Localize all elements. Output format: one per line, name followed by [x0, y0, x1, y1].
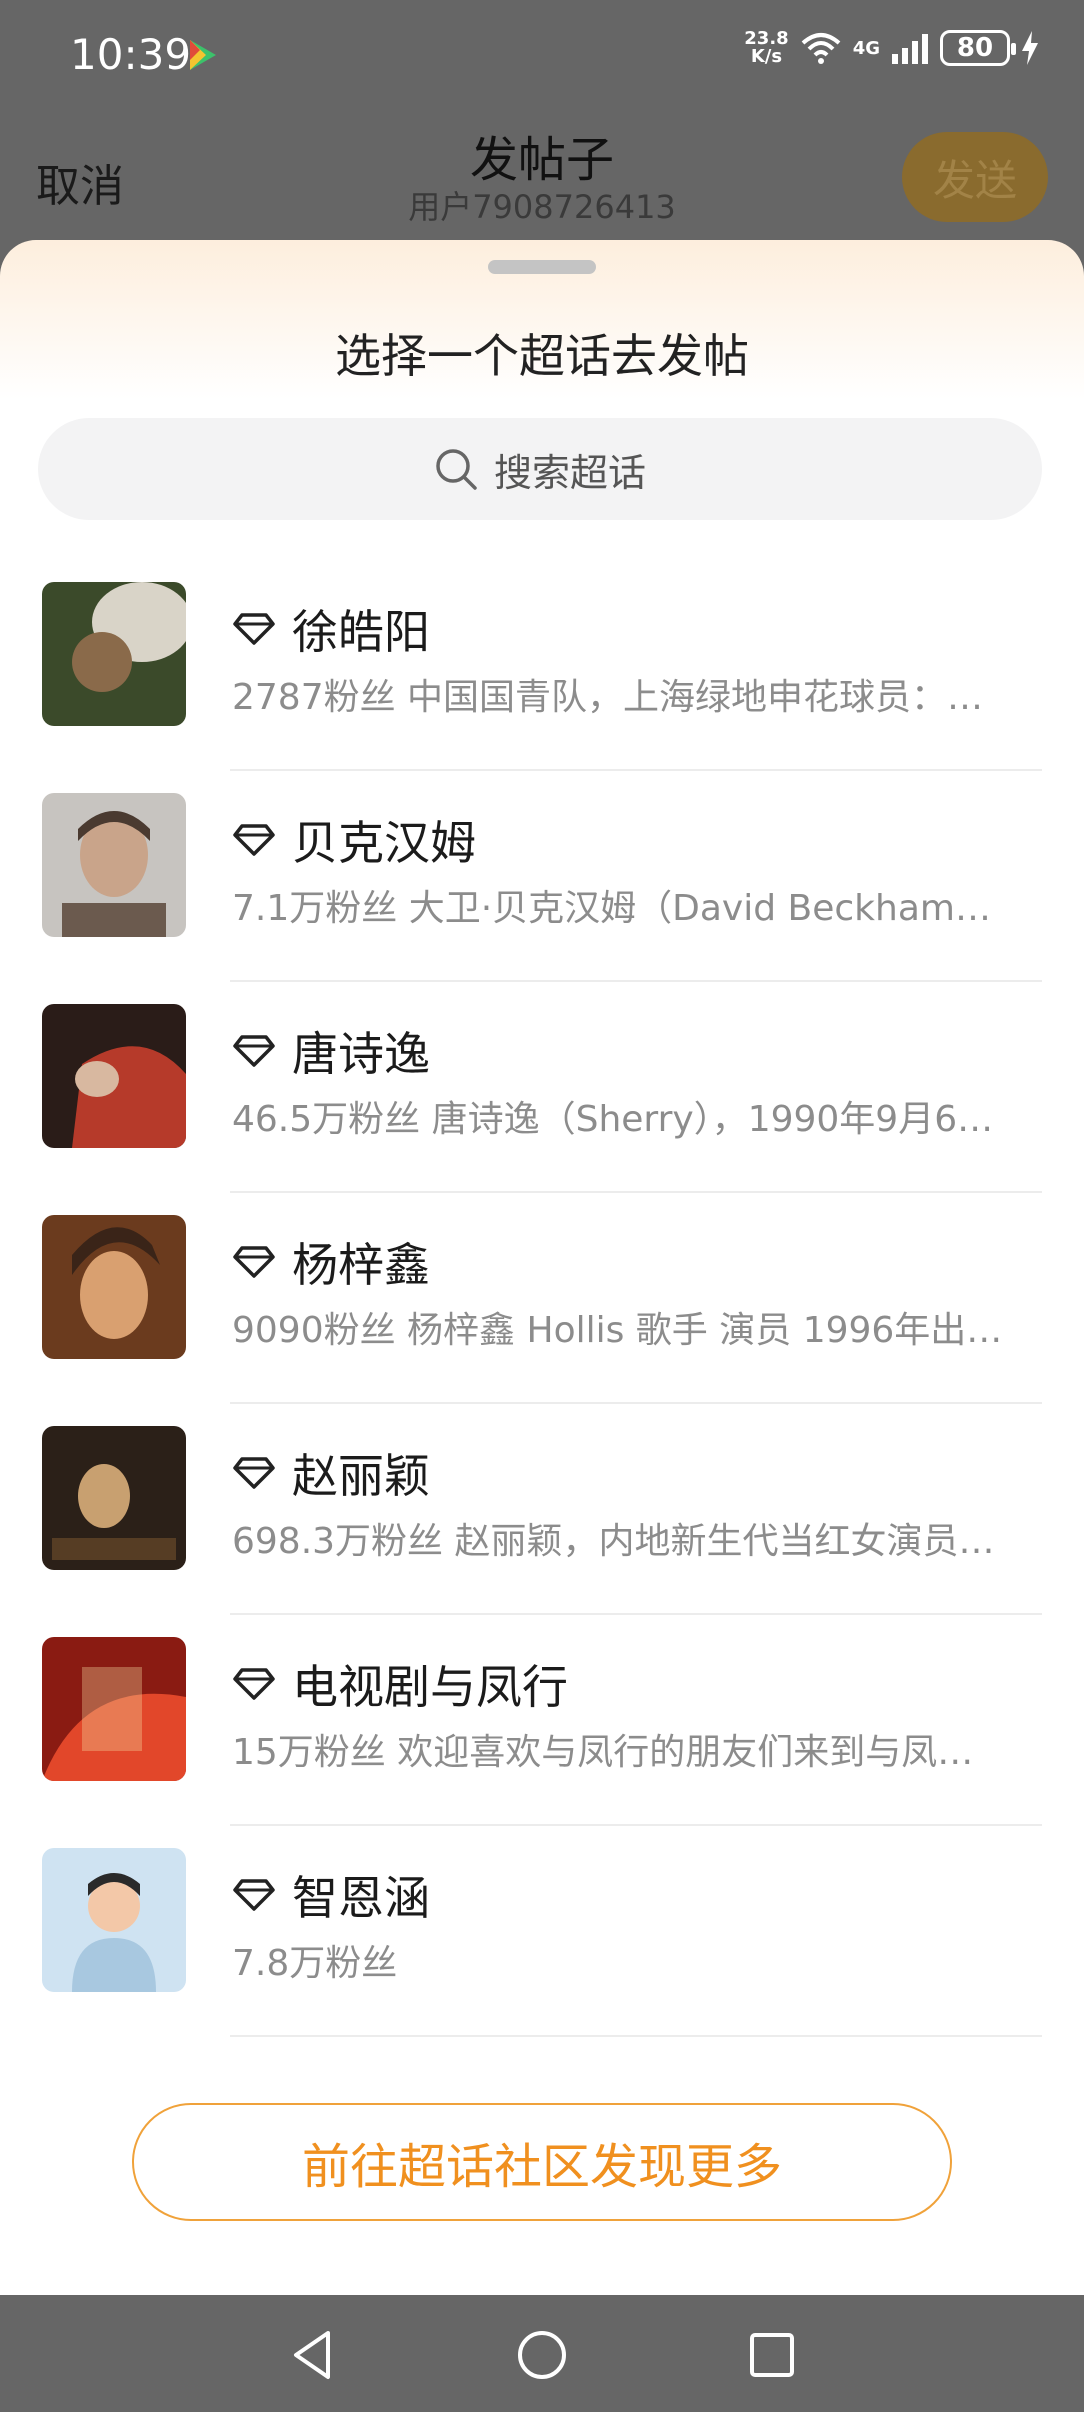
- item-description: 7.8万粉丝: [232, 1943, 398, 1984]
- diamond-icon: [233, 613, 275, 645]
- avatar: [42, 793, 186, 937]
- item-name-row: 赵丽颖: [232, 1440, 430, 1506]
- list-item[interactable]: 唐诗逸 46.5万粉丝 唐诗逸（Sherry），1990年9月6…: [0, 982, 1084, 1193]
- status-bar: 10:39 23.8 K/s 4G 80: [0, 0, 1084, 110]
- battery-indicator: 80: [940, 30, 1016, 66]
- signal-type: 4G: [852, 37, 880, 59]
- item-name-row: 唐诗逸: [232, 1018, 430, 1084]
- back-icon[interactable]: [282, 2325, 342, 2385]
- avatar: [42, 582, 186, 726]
- item-description: 15万粉丝 欢迎喜欢与凤行的朋友们来到与凤…: [232, 1732, 974, 1773]
- search-placeholder: 搜索超话: [493, 450, 646, 495]
- status-time: 10:39: [70, 30, 192, 79]
- topic-picker-sheet: 选择一个超话去发帖 搜索超话 徐皓阳 2787粉丝 中国国青队，上海绿地申花球员…: [0, 240, 1084, 2295]
- item-name: 徐皓阳: [292, 605, 430, 659]
- network-speed-unit: K/s: [750, 46, 783, 67]
- item-description: 698.3万粉丝 赵丽颖，内地新生代当红女演员…: [232, 1521, 995, 1562]
- avatar-shape: [78, 1464, 130, 1528]
- item-name: 杨梓鑫: [292, 1238, 430, 1292]
- post-header: 取消 发帖子 用户7908726413 发送: [0, 110, 1084, 240]
- diamond-icon: [233, 1879, 275, 1911]
- item-name-row: 电视剧与凤行: [232, 1651, 568, 1717]
- list-item[interactable]: 智恩涵 7.8万粉丝: [0, 1826, 1084, 2037]
- search-input[interactable]: 搜索超话: [38, 418, 1042, 520]
- home-icon[interactable]: [512, 2325, 572, 2385]
- cell-signal-icon: [892, 34, 928, 64]
- screen: 10:39 23.8 K/s 4G 80 取消 发帖子 用户7908726413…: [0, 0, 1084, 2412]
- avatar-shape: [62, 903, 166, 937]
- wifi-icon: [801, 33, 841, 64]
- list-item[interactable]: 电视剧与凤行 15万粉丝 欢迎喜欢与凤行的朋友们来到与凤…: [0, 1615, 1084, 1826]
- avatar: [42, 1215, 186, 1359]
- item-description: 7.1万粉丝 大卫·贝克汉姆（David Beckham…: [232, 888, 991, 929]
- item-name: 赵丽颖: [292, 1449, 430, 1503]
- list-item[interactable]: 贝克汉姆 7.1万粉丝 大卫·贝克汉姆（David Beckham…: [0, 771, 1084, 982]
- item-name: 智恩涵: [292, 1871, 430, 1925]
- list-item[interactable]: 徐皓阳 2787粉丝 中国国青队，上海绿地申花球员：…: [0, 560, 1084, 771]
- avatar-shape: [80, 1251, 148, 1339]
- diamond-icon: [233, 1246, 275, 1278]
- avatar: [42, 1848, 186, 1992]
- charging-icon: [1022, 31, 1038, 65]
- send-button[interactable]: 发送: [902, 132, 1048, 222]
- item-description: 46.5万粉丝 唐诗逸（Sherry），1990年9月6…: [232, 1099, 994, 1140]
- diamond-icon: [233, 824, 275, 856]
- status-right: 23.8 K/s 4G 80: [744, 30, 1040, 66]
- avatar-shape: [72, 1046, 186, 1148]
- avatar: [42, 1004, 186, 1148]
- item-description: 2787粉丝 中国国青队，上海绿地申花球员：…: [232, 677, 984, 718]
- system-nav-bar: [0, 2295, 1084, 2412]
- diamond-icon: [233, 1035, 275, 1067]
- list-item[interactable]: 赵丽颖 698.3万粉丝 赵丽颖，内地新生代当红女演员…: [0, 1404, 1084, 1615]
- item-name-row: 智恩涵: [232, 1862, 430, 1928]
- item-name-row: 杨梓鑫: [232, 1229, 430, 1295]
- sheet-drag-handle[interactable]: [488, 260, 596, 274]
- app-notification-icon: [190, 40, 216, 70]
- sheet-title: 选择一个超话去发帖: [335, 329, 749, 383]
- diamond-icon: [233, 1668, 275, 1700]
- network-speed: 23.8 K/s: [744, 30, 788, 66]
- item-description: 9090粉丝 杨梓鑫 Hollis 歌手 演员 1996年出…: [232, 1310, 1003, 1351]
- recents-icon[interactable]: [742, 2325, 802, 2385]
- list-item[interactable]: 杨梓鑫 9090粉丝 杨梓鑫 Hollis 歌手 演员 1996年出…: [0, 1193, 1084, 1404]
- topic-list: 徐皓阳 2787粉丝 中国国青队，上海绿地申花球员：… 贝克汉姆 7.1万粉丝 …: [0, 560, 1084, 2037]
- avatar: [42, 1637, 186, 1781]
- item-name: 贝克汉姆: [292, 816, 476, 870]
- divider: [230, 2035, 1042, 2037]
- item-name-row: 贝克汉姆: [232, 807, 476, 873]
- diamond-icon: [233, 1457, 275, 1489]
- item-name: 电视剧与凤行: [292, 1660, 568, 1714]
- search-icon: [436, 449, 477, 490]
- avatar: [42, 1426, 186, 1570]
- explore-community-button[interactable]: 前往超话社区发现更多: [132, 2103, 952, 2221]
- item-name: 唐诗逸: [292, 1027, 430, 1081]
- item-name-row: 徐皓阳: [232, 596, 430, 662]
